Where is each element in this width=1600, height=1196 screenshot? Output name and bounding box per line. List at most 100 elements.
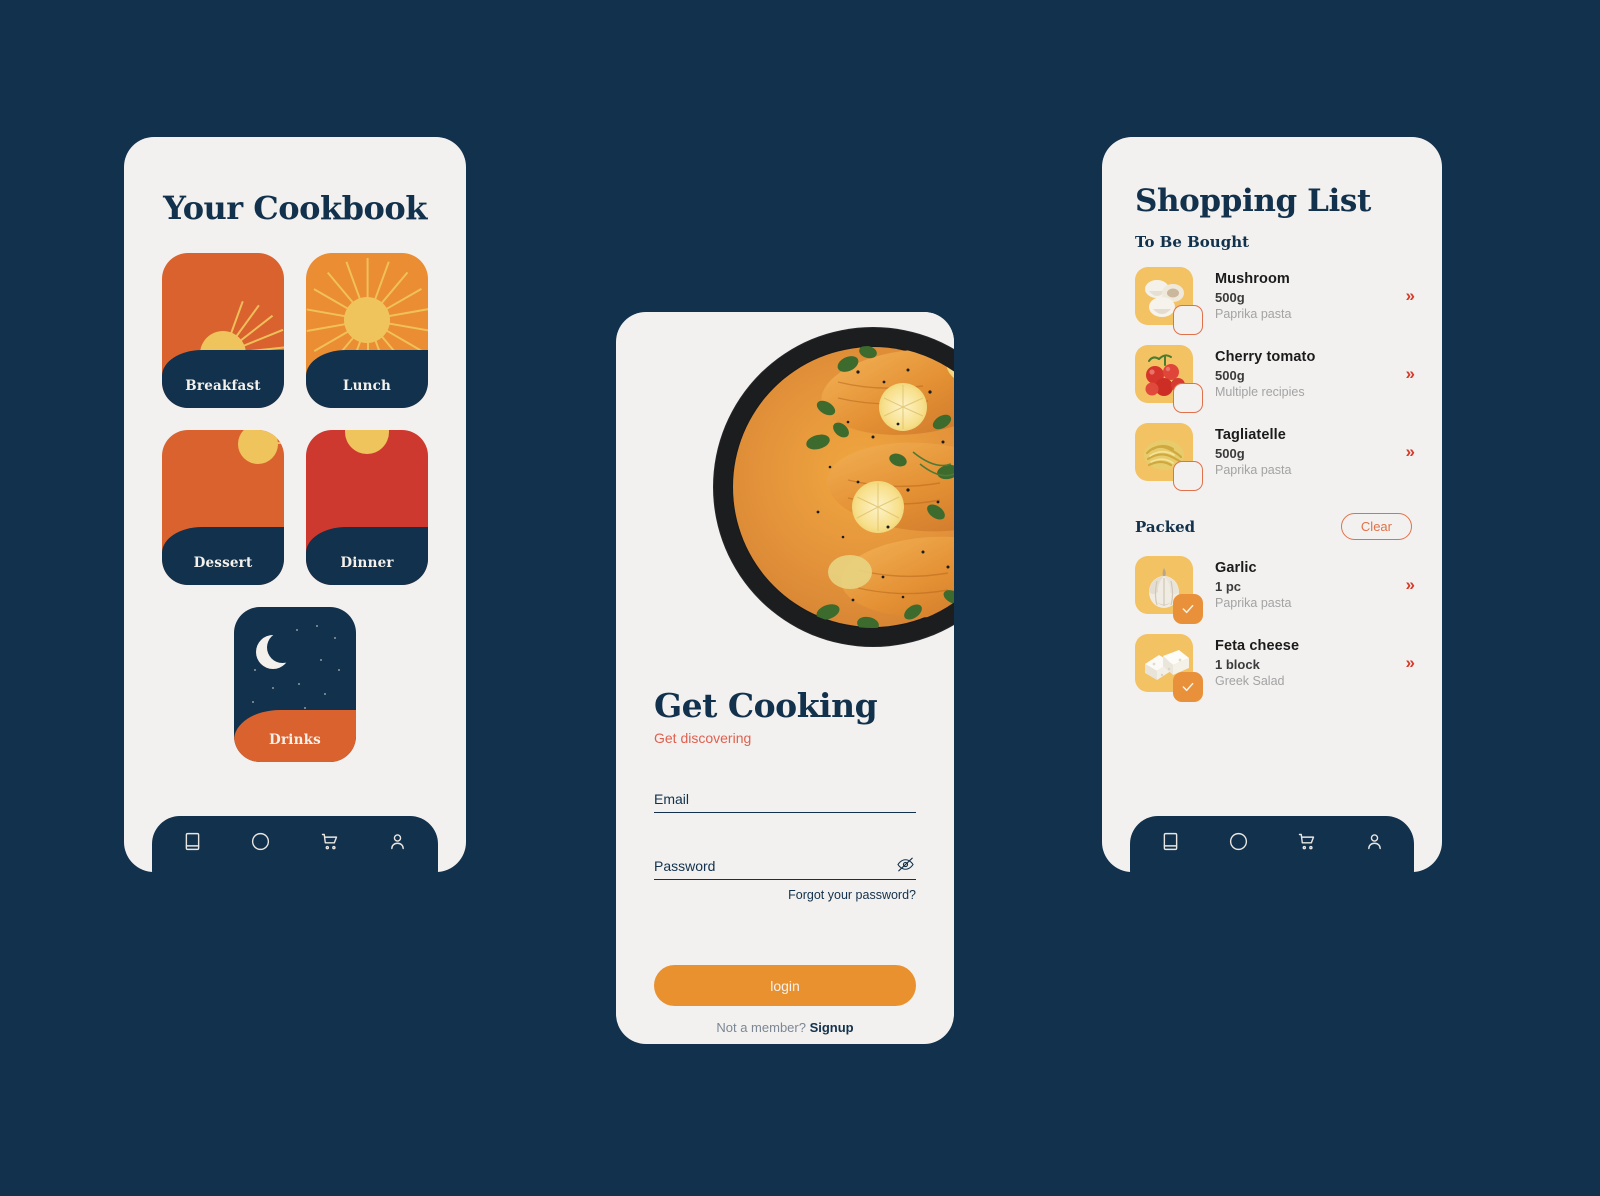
person-icon <box>1364 831 1385 857</box>
nav-book[interactable] <box>171 823 213 865</box>
item-checkbox[interactable] <box>1173 672 1203 702</box>
password-field[interactable] <box>654 842 916 880</box>
section-header-to-be-bought: To Be Bought <box>1135 233 1412 251</box>
list-to-be-bought: Mushroom 500g Paprika pasta » Cherry tom… <box>1102 257 1442 491</box>
login-title: Get Cooking <box>654 686 878 725</box>
email-field-wrap <box>654 775 916 813</box>
item-thumbnail-wrap <box>1135 634 1207 702</box>
category-label: Dessert <box>193 555 253 571</box>
list-packed: Garlic 1 pc Paprika pasta » Feta cheese … <box>1102 546 1442 702</box>
login-form: Get Cooking Get discovering Forgot your … <box>616 662 954 1044</box>
list-item[interactable]: Mushroom 500g Paprika pasta » <box>1102 257 1442 335</box>
item-quantity: 500g <box>1215 446 1245 461</box>
item-quantity: 1 block <box>1215 657 1260 672</box>
nav-discover[interactable] <box>240 823 282 865</box>
item-checkbox[interactable] <box>1173 461 1203 491</box>
item-thumbnail-wrap <box>1135 345 1207 413</box>
category-card-dessert[interactable]: Dessert <box>162 430 284 585</box>
item-name: Garlic <box>1215 560 1257 576</box>
list-item[interactable]: Garlic 1 pc Paprika pasta » <box>1102 546 1442 624</box>
item-recipe: Multiple recipies <box>1215 385 1305 399</box>
item-text: Feta cheese 1 block Greek Salad <box>1207 638 1400 688</box>
list-item[interactable]: Feta cheese 1 block Greek Salad » <box>1102 624 1442 702</box>
category-card-lunch[interactable]: Lunch <box>306 253 428 408</box>
item-thumbnail-wrap <box>1135 423 1207 491</box>
shopping-list-screen: Shopping List To Be Bought Mushroom 500g… <box>1102 137 1442 872</box>
bottom-navigation <box>152 816 438 872</box>
nav-cart[interactable] <box>308 823 350 865</box>
item-text: Tagliatelle 500g Paprika pasta <box>1207 427 1400 477</box>
signup-row: Not a member? Signup <box>654 1020 916 1035</box>
person-icon <box>387 831 408 857</box>
hero-food-photo <box>698 312 954 662</box>
section-label: To Be Bought <box>1135 233 1250 251</box>
item-checkbox[interactable] <box>1173 383 1203 413</box>
sun-icon <box>238 430 278 464</box>
nav-discover[interactable] <box>1217 823 1259 865</box>
screens-stage: Your Cookbook Breakfast Lunch Dessert Di… <box>0 0 1600 1196</box>
signup-link[interactable]: Signup <box>810 1020 854 1035</box>
list-item[interactable]: Tagliatelle 500g Paprika pasta » <box>1102 413 1442 491</box>
category-card-dinner[interactable]: Dinner <box>306 430 428 585</box>
chevron-right-icon[interactable]: » <box>1400 286 1416 306</box>
chevron-right-icon[interactable]: » <box>1400 442 1416 462</box>
item-quantity: 500g <box>1215 368 1245 383</box>
cart-icon <box>1296 831 1317 857</box>
forgot-password-link[interactable]: Forgot your password? <box>654 888 916 902</box>
item-name: Tagliatelle <box>1215 427 1286 443</box>
item-text: Mushroom 500g Paprika pasta <box>1207 271 1400 321</box>
book-icon <box>182 831 203 857</box>
page-title: Your Cookbook <box>163 189 427 227</box>
login-screen: Get Cooking Get discovering Forgot your … <box>616 312 954 1044</box>
bottom-navigation <box>1130 816 1414 872</box>
item-checkbox[interactable] <box>1173 594 1203 624</box>
chevron-right-icon[interactable]: » <box>1400 575 1416 595</box>
email-field[interactable] <box>654 775 916 813</box>
nav-profile[interactable] <box>377 823 419 865</box>
food-photo-illustration <box>698 312 954 662</box>
cart-icon <box>319 831 340 857</box>
nav-cart[interactable] <box>1285 823 1327 865</box>
item-name: Feta cheese <box>1215 638 1300 654</box>
password-field-wrap <box>654 842 916 880</box>
category-card-breakfast[interactable]: Breakfast <box>162 253 284 408</box>
category-card-drinks[interactable]: Drinks <box>234 607 356 762</box>
login-button[interactable]: login <box>654 965 916 1006</box>
list-item[interactable]: Cherry tomato 500g Multiple recipies » <box>1102 335 1442 413</box>
item-name: Cherry tomato <box>1215 349 1316 365</box>
item-name: Mushroom <box>1215 271 1290 287</box>
item-checkbox[interactable] <box>1173 305 1203 335</box>
section-label: Packed <box>1135 517 1196 536</box>
category-label: Dinner <box>340 555 394 571</box>
item-quantity: 1 pc <box>1215 579 1242 594</box>
compass-icon <box>1228 831 1249 857</box>
cookbook-screen: Your Cookbook Breakfast Lunch Dessert Di… <box>124 137 466 872</box>
clear-button[interactable]: Clear <box>1340 513 1412 540</box>
sun-icon <box>344 297 390 343</box>
member-prompt-label: Not a member? <box>716 1020 810 1035</box>
item-recipe: Greek Salad <box>1215 674 1285 688</box>
chevron-right-icon[interactable]: » <box>1400 364 1416 384</box>
item-thumbnail-wrap <box>1135 267 1207 335</box>
nav-profile[interactable] <box>1353 823 1395 865</box>
moon-icon <box>256 632 298 669</box>
login-subtitle: Get discovering <box>654 730 752 746</box>
category-grid: Breakfast Lunch Dessert Dinner Drinks <box>162 253 428 762</box>
item-quantity: 500g <box>1215 290 1245 305</box>
compass-icon <box>250 831 271 857</box>
sun-icon <box>345 430 389 454</box>
category-label: Breakfast <box>185 378 261 394</box>
item-text: Garlic 1 pc Paprika pasta <box>1207 560 1400 610</box>
item-thumbnail-wrap <box>1135 556 1207 624</box>
item-text: Cherry tomato 500g Multiple recipies <box>1207 349 1400 399</box>
chevron-right-icon[interactable]: » <box>1400 653 1416 673</box>
eye-slash-icon[interactable] <box>894 854 916 874</box>
section-header-packed: Packed Clear <box>1135 513 1412 540</box>
category-label: Drinks <box>269 732 321 748</box>
item-recipe: Paprika pasta <box>1215 596 1292 610</box>
category-label: Lunch <box>342 378 392 394</box>
book-icon <box>1160 831 1181 857</box>
nav-book[interactable] <box>1149 823 1191 865</box>
item-recipe: Paprika pasta <box>1215 463 1292 477</box>
item-recipe: Paprika pasta <box>1215 307 1292 321</box>
